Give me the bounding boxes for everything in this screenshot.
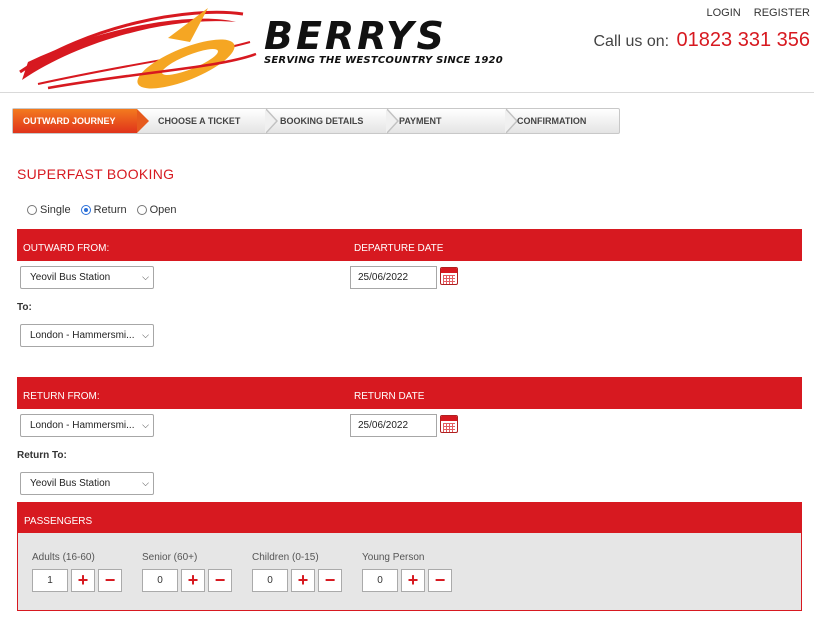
senior-count-input[interactable]: 0: [142, 569, 178, 592]
radio-single[interactable]: Single: [27, 204, 71, 216]
to-label: To:: [17, 302, 32, 313]
step-divider: [265, 108, 280, 134]
step-confirmation: CONFIRMATION: [517, 116, 587, 126]
outward-from-select[interactable]: Yeovil Bus Station ⌵: [20, 266, 154, 289]
radio-open[interactable]: Open: [136, 204, 177, 216]
step-choose-ticket: CHOOSE A TICKET: [158, 116, 241, 126]
return-date-heading: RETURN DATE: [354, 391, 425, 402]
step-outward-journey: OUTWARD JOURNEY: [13, 109, 149, 133]
select-value: Yeovil Bus Station: [30, 272, 111, 283]
departure-date-heading: DEPARTURE DATE: [354, 243, 444, 254]
brand-name: BERRYS: [264, 14, 447, 58]
passenger-label: Senior (60+): [142, 552, 198, 563]
radio-label: Open: [149, 204, 177, 216]
return-header-bar: RETURN FROM: RETURN DATE: [17, 377, 802, 409]
quantity-stepper: 0 + −: [142, 569, 232, 592]
select-value: Yeovil Bus Station: [30, 478, 111, 489]
login-link[interactable]: LOGIN: [706, 7, 740, 19]
radio-button[interactable]: [27, 205, 37, 215]
booking-steps: OUTWARD JOURNEY CHOOSE A TICKET BOOKING …: [12, 108, 620, 134]
chevron-down-icon: ⌵: [142, 420, 149, 430]
passenger-group-adults: Adults (16-60) 1 + −: [32, 552, 122, 592]
select-value: London - Hammersmi...: [30, 330, 135, 341]
passenger-label: Young Person: [362, 552, 425, 563]
return-from-select[interactable]: London - Hammersmi... ⌵: [20, 414, 154, 437]
return-to-label: Return To:: [17, 450, 67, 461]
adults-count-input[interactable]: 1: [32, 569, 68, 592]
outward-from-heading: OUTWARD FROM:: [23, 243, 110, 254]
passenger-label: Adults (16-60): [32, 552, 95, 563]
chevron-down-icon: ⌵: [142, 478, 149, 488]
select-value: London - Hammersmi...: [30, 420, 135, 431]
radio-return[interactable]: Return: [80, 204, 127, 216]
passenger-group-senior: Senior (60+) 0 + −: [142, 552, 232, 592]
radio-button-checked[interactable]: [80, 205, 91, 215]
chevron-down-icon: ⌵: [142, 330, 149, 340]
radio-button[interactable]: [136, 205, 147, 215]
call-us: Call us on: 01823 331 356: [593, 29, 810, 52]
passenger-group-children: Children (0-15) 0 + −: [252, 552, 342, 592]
return-to-select[interactable]: Yeovil Bus Station ⌵: [20, 472, 154, 495]
increment-button[interactable]: +: [71, 569, 95, 592]
decrement-button[interactable]: −: [318, 569, 342, 592]
decrement-button[interactable]: −: [208, 569, 232, 592]
passengers-header-bar: PASSENGERS: [17, 502, 802, 534]
quantity-stepper: 0 + −: [362, 569, 452, 592]
young-person-count-input[interactable]: 0: [362, 569, 398, 592]
phone-number[interactable]: 01823 331 356: [677, 29, 810, 51]
outward-to-select[interactable]: London - Hammersmi... ⌵: [20, 324, 154, 347]
call-label: Call us on:: [593, 33, 670, 50]
radio-label: Return: [93, 204, 127, 216]
calendar-icon[interactable]: [440, 415, 458, 433]
berrys-logo[interactable]: BERRYS SERVING THE WESTCOUNTRY SINCE 192…: [18, 2, 518, 90]
calendar-icon[interactable]: [440, 267, 458, 285]
return-date-input[interactable]: 25/06/2022: [350, 414, 437, 437]
outward-header-bar: OUTWARD FROM: DEPARTURE DATE: [17, 229, 802, 261]
quantity-stepper: 0 + −: [252, 569, 342, 592]
passenger-group-young-person: Young Person 0 + −: [362, 552, 452, 592]
site-header: BERRYS SERVING THE WESTCOUNTRY SINCE 192…: [0, 0, 814, 93]
register-link[interactable]: REGISTER: [754, 7, 810, 19]
step-payment: PAYMENT: [399, 116, 442, 126]
passengers-heading: PASSENGERS: [24, 516, 93, 527]
increment-button[interactable]: +: [291, 569, 315, 592]
passenger-label: Children (0-15): [252, 552, 319, 563]
brand-tagline: SERVING THE WESTCOUNTRY SINCE 1920: [264, 55, 503, 66]
radio-label: Single: [40, 204, 71, 216]
passengers-panel: Adults (16-60) 1 + − Senior (60+) 0 + − …: [17, 533, 802, 611]
account-links: LOGIN REGISTER: [696, 7, 810, 19]
quantity-stepper: 1 + −: [32, 569, 122, 592]
departure-date-input[interactable]: 25/06/2022: [350, 266, 437, 289]
decrement-button[interactable]: −: [428, 569, 452, 592]
children-count-input[interactable]: 0: [252, 569, 288, 592]
decrement-button[interactable]: −: [98, 569, 122, 592]
increment-button[interactable]: +: [181, 569, 205, 592]
chevron-down-icon: ⌵: [142, 272, 149, 282]
step-booking-details: BOOKING DETAILS: [280, 116, 364, 126]
return-from-heading: RETURN FROM:: [23, 391, 100, 402]
increment-button[interactable]: +: [401, 569, 425, 592]
journey-type-group: Single Return Open: [27, 204, 177, 216]
page-title: SUPERFAST BOOKING: [17, 166, 175, 182]
